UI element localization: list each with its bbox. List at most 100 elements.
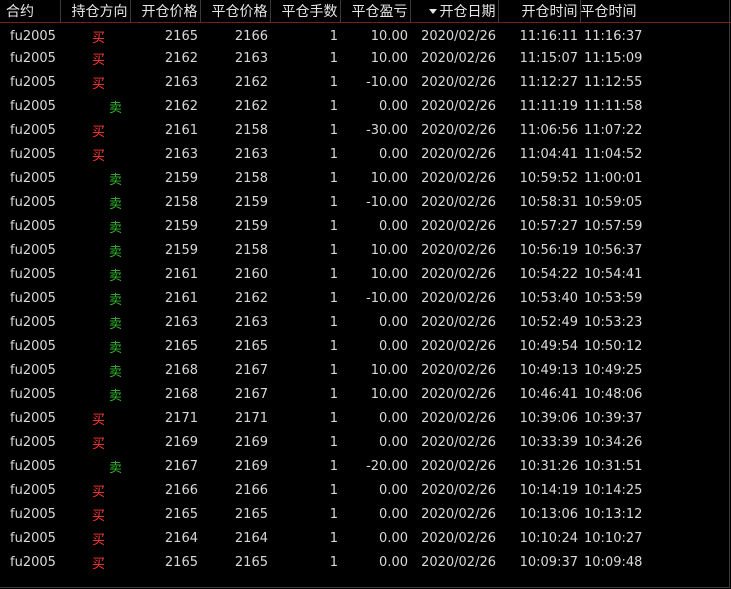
pnl-cell: -30.00	[366, 123, 408, 138]
direction-cell: 买	[60, 47, 130, 71]
table-row[interactable]: fu2005 买 2164 2164 1 0.00 2020/02/26 10:10:24 10…	[0, 527, 731, 551]
open-time-cell: 11:15:07	[519, 51, 578, 66]
close-price-cell: 2163	[234, 51, 268, 66]
buy-direction-label: 买	[92, 485, 106, 500]
contract-cell: fu2005	[10, 267, 56, 282]
close-time-cell: 11:07:22	[584, 123, 643, 138]
close-time-cell: 10:50:12	[584, 339, 643, 354]
open-price-cell: 2163	[164, 75, 198, 90]
table-row[interactable]: fu2005 买 2171 2171 1 0.00 2020/02/26 10:39:06 10…	[0, 407, 731, 431]
table-row[interactable]: fu2005 买 2163 2163 1 0.00 2020/02/26 11:04:41 11…	[0, 143, 731, 167]
lots-cell: 1	[329, 531, 338, 546]
direction-cell: 买	[60, 23, 130, 47]
column-header-close-time[interactable]: 平仓时间	[580, 0, 731, 23]
table-row[interactable]: fu2005 卖 2158 2159 1 -10.00 2020/02/26 10:58:31…	[0, 191, 731, 215]
buy-direction-label: 买	[92, 509, 106, 524]
open-time-cell: 10:33:39	[519, 435, 578, 450]
column-header-close-price[interactable]: 平仓价格	[200, 0, 271, 23]
table-row[interactable]: fu2005 买 2165 2165 1 0.00 2020/02/26 10:09:37 10…	[0, 551, 731, 575]
table-row[interactable]: fu2005 卖 2168 2167 1 10.00 2020/02/26 10:49:13 1…	[0, 359, 731, 383]
close-time-cell: 11:15:09	[584, 51, 643, 66]
table-row[interactable]: fu2005 卖 2167 2169 1 -20.00 2020/02/26 10:31:26…	[0, 455, 731, 479]
table-row[interactable]: fu2005 买 2165 2166 1 10.00 2020/02/26 11:16:11 1…	[0, 23, 731, 47]
close-time-cell: 11:00:01	[584, 171, 643, 186]
open-price-cell: 2158	[164, 195, 198, 210]
lots-cell: 1	[329, 147, 338, 162]
pnl-cell: 0.00	[379, 339, 408, 354]
open-date-cell: 2020/02/26	[421, 99, 496, 114]
pnl-cell: 0.00	[379, 507, 408, 522]
close-time-cell: 11:11:58	[584, 99, 643, 114]
open-date-cell: 2020/02/26	[421, 363, 496, 378]
sell-direction-label: 卖	[109, 293, 123, 308]
column-header-open-date[interactable]: 开仓日期	[410, 0, 499, 23]
direction-cell: 买	[60, 71, 130, 95]
open-date-cell: 2020/02/26	[421, 219, 496, 234]
open-time-cell: 10:54:22	[519, 267, 578, 282]
open-time-cell: 10:09:37	[519, 555, 578, 570]
column-header-direction[interactable]: 持仓方向	[60, 0, 131, 23]
lots-cell: 1	[329, 171, 338, 186]
close-time-cell: 10:49:25	[584, 363, 643, 378]
table-row[interactable]: fu2005 卖 2163 2163 1 0.00 2020/02/26 10:52:49 10…	[0, 311, 731, 335]
table-row[interactable]: fu2005 买 2162 2163 1 10.00 2020/02/26 11:15:07 1…	[0, 47, 731, 71]
table-row[interactable]: fu2005 卖 2165 2165 1 0.00 2020/02/26 10:49:54 10…	[0, 335, 731, 359]
close-price-cell: 2162	[234, 291, 268, 306]
direction-cell: 卖	[60, 311, 130, 335]
column-header-open-price[interactable]: 开仓价格	[130, 0, 201, 23]
open-date-cell: 2020/02/26	[421, 147, 496, 162]
table-row[interactable]: fu2005 卖 2162 2162 1 0.00 2020/02/26 11:11:19 11…	[0, 95, 731, 119]
open-date-cell: 2020/02/26	[421, 291, 496, 306]
header-label: 持仓方向	[71, 4, 128, 20]
contract-cell: fu2005	[10, 29, 56, 45]
table-row[interactable]: fu2005 卖 2159 2158 1 10.00 2020/02/26 10:56:19 1…	[0, 239, 731, 263]
table-row[interactable]: fu2005 卖 2161 2160 1 10.00 2020/02/26 10:54:22 1…	[0, 263, 731, 287]
open-date-cell: 2020/02/26	[421, 75, 496, 90]
contract-cell: fu2005	[10, 195, 56, 210]
table-row[interactable]: fu2005 卖 2159 2158 1 10.00 2020/02/26 10:59:52 1…	[0, 167, 731, 191]
triangle-down-icon	[428, 9, 437, 14]
open-price-cell: 2161	[164, 267, 198, 282]
direction-cell: 买	[60, 503, 130, 527]
table-row[interactable]: fu2005 卖 2168 2167 1 10.00 2020/02/26 10:46:41 1…	[0, 383, 731, 407]
sell-direction-label: 卖	[109, 461, 123, 476]
column-header-open-time[interactable]: 开仓时间	[498, 0, 581, 23]
table-row[interactable]: fu2005 买 2163 2162 1 -10.00 2020/02/26 11:12:27…	[0, 71, 731, 95]
buy-direction-label: 买	[92, 437, 106, 452]
open-date-cell: 2020/02/26	[421, 171, 496, 186]
table-row[interactable]: fu2005 买 2169 2169 1 0.00 2020/02/26 10:33:39 10…	[0, 431, 731, 455]
contract-cell: fu2005	[10, 435, 56, 450]
table-row[interactable]: fu2005 卖 2159 2159 1 0.00 2020/02/26 10:57:27 10…	[0, 215, 731, 239]
close-time-cell: 10:10:27	[584, 531, 643, 546]
column-header-lots[interactable]: 平仓手数	[270, 0, 341, 23]
close-time-cell: 10:54:41	[584, 267, 643, 282]
open-price-cell: 2165	[164, 339, 198, 354]
column-header-pnl[interactable]: 平仓盈亏	[340, 0, 411, 23]
close-time-cell: 10:57:59	[584, 219, 643, 234]
header-label: 平仓盈亏	[351, 4, 408, 20]
column-header-contract[interactable]: 合约	[0, 0, 61, 23]
table-row[interactable]: fu2005 卖 2161 2162 1 -10.00 2020/02/26 10:53:40…	[0, 287, 731, 311]
buy-direction-label: 买	[92, 31, 106, 47]
direction-cell: 卖	[60, 167, 130, 191]
close-price-cell: 2164	[234, 531, 268, 546]
buy-direction-label: 买	[92, 53, 106, 68]
pnl-cell: -10.00	[366, 291, 408, 306]
contract-cell: fu2005	[10, 147, 56, 162]
open-time-cell: 10:56:19	[519, 243, 578, 258]
open-price-cell: 2167	[164, 459, 198, 474]
header-label: 平仓时间	[580, 4, 637, 20]
open-date-cell: 2020/02/26	[421, 123, 496, 138]
open-price-cell: 2165	[164, 555, 198, 570]
contract-cell: fu2005	[10, 51, 56, 66]
lots-cell: 1	[329, 411, 338, 426]
header-label: 平仓价格	[211, 4, 268, 20]
table-row[interactable]: fu2005 买 2161 2158 1 -30.00 2020/02/26 11:06:56…	[0, 119, 731, 143]
contract-cell: fu2005	[10, 411, 56, 426]
table-row[interactable]: fu2005 买 2166 2166 1 0.00 2020/02/26 10:14:19 10…	[0, 479, 731, 503]
pnl-cell: 0.00	[379, 315, 408, 330]
close-price-cell: 2158	[234, 243, 268, 258]
open-date-cell: 2020/02/26	[421, 267, 496, 282]
open-price-cell: 2162	[164, 51, 198, 66]
table-row[interactable]: fu2005 买 2165 2165 1 0.00 2020/02/26 10:13:06 10…	[0, 503, 731, 527]
